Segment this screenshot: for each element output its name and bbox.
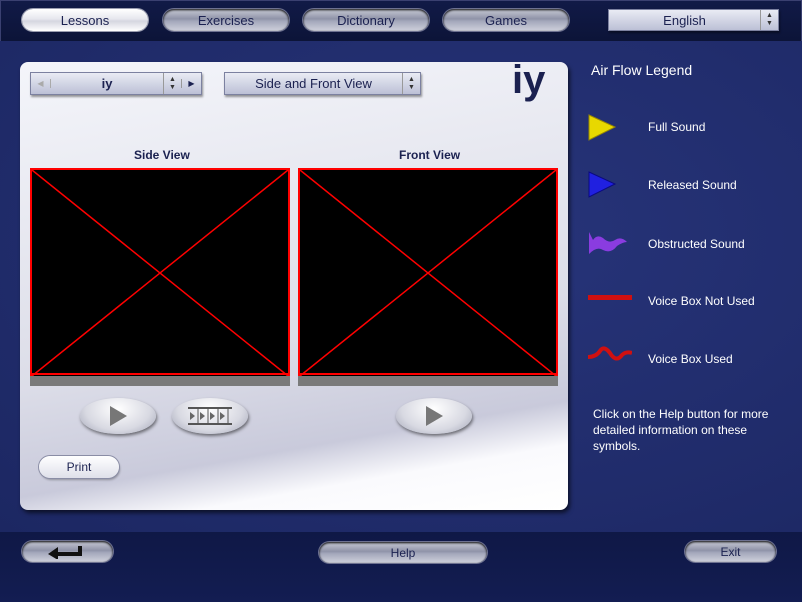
exit-button[interactable]: Exit <box>685 541 776 562</box>
missing-media-icon <box>32 170 288 376</box>
view-select[interactable]: Side and Front View ▲ ▼ <box>224 72 421 95</box>
legend-label: Released Sound <box>648 178 737 192</box>
spinner-arrows-icon[interactable]: ▲ ▼ <box>402 73 420 94</box>
legend-label: Obstructed Sound <box>648 237 745 251</box>
red-line-icon <box>588 295 632 300</box>
play-icon <box>110 406 127 426</box>
prev-arrow-icon[interactable]: ◀ <box>31 79 51 88</box>
view-value: Side and Front View <box>255 76 372 91</box>
legend-help-text: Click on the Help button for more detail… <box>593 407 769 453</box>
side-view-video <box>30 168 290 386</box>
front-view-label: Front View <box>399 148 461 162</box>
side-view-label: Side View <box>134 148 190 162</box>
sound-select[interactable]: ◀ iy ▲ ▼ ▶ <box>30 72 202 95</box>
sound-value: iy <box>101 76 113 91</box>
frame-by-frame-button[interactable] <box>172 398 248 434</box>
legend-label: Voice Box Used <box>648 352 733 366</box>
video-progress-strip <box>298 376 558 386</box>
tab-dictionary[interactable]: Dictionary <box>303 9 429 31</box>
play-front-button[interactable] <box>396 398 472 434</box>
sound-display: iy <box>512 58 546 102</box>
print-button[interactable]: Print <box>39 456 119 478</box>
front-view-video <box>298 168 558 386</box>
play-side-button[interactable] <box>80 398 156 434</box>
spinner-arrows-icon[interactable]: ▲ ▼ <box>760 10 778 30</box>
tab-lessons[interactable]: Lessons <box>22 9 148 31</box>
red-wave-icon <box>588 346 632 361</box>
help-button[interactable]: Help <box>319 542 487 563</box>
video-progress-strip <box>30 376 290 386</box>
missing-media-icon <box>300 170 556 376</box>
tab-exercises[interactable]: Exercises <box>163 9 289 31</box>
next-arrow-icon[interactable]: ▶ <box>181 79 201 88</box>
purple-wave-icon <box>589 232 627 254</box>
tab-games[interactable]: Games <box>443 9 569 31</box>
legend-label: Full Sound <box>648 120 706 134</box>
back-arrow-icon <box>47 545 82 559</box>
legend-label: Voice Box Not Used <box>648 294 755 308</box>
language-value: English <box>663 12 706 28</box>
yellow-triangle-icon <box>588 114 617 141</box>
play-icon <box>426 406 443 426</box>
language-select[interactable]: English ▲ ▼ <box>608 9 779 31</box>
legend-title: Air Flow Legend <box>591 62 693 78</box>
blue-triangle-icon <box>588 171 617 198</box>
back-button[interactable] <box>22 541 113 562</box>
spinner-arrows-icon[interactable]: ▲ ▼ <box>163 73 181 94</box>
film-strip-icon <box>188 407 232 425</box>
